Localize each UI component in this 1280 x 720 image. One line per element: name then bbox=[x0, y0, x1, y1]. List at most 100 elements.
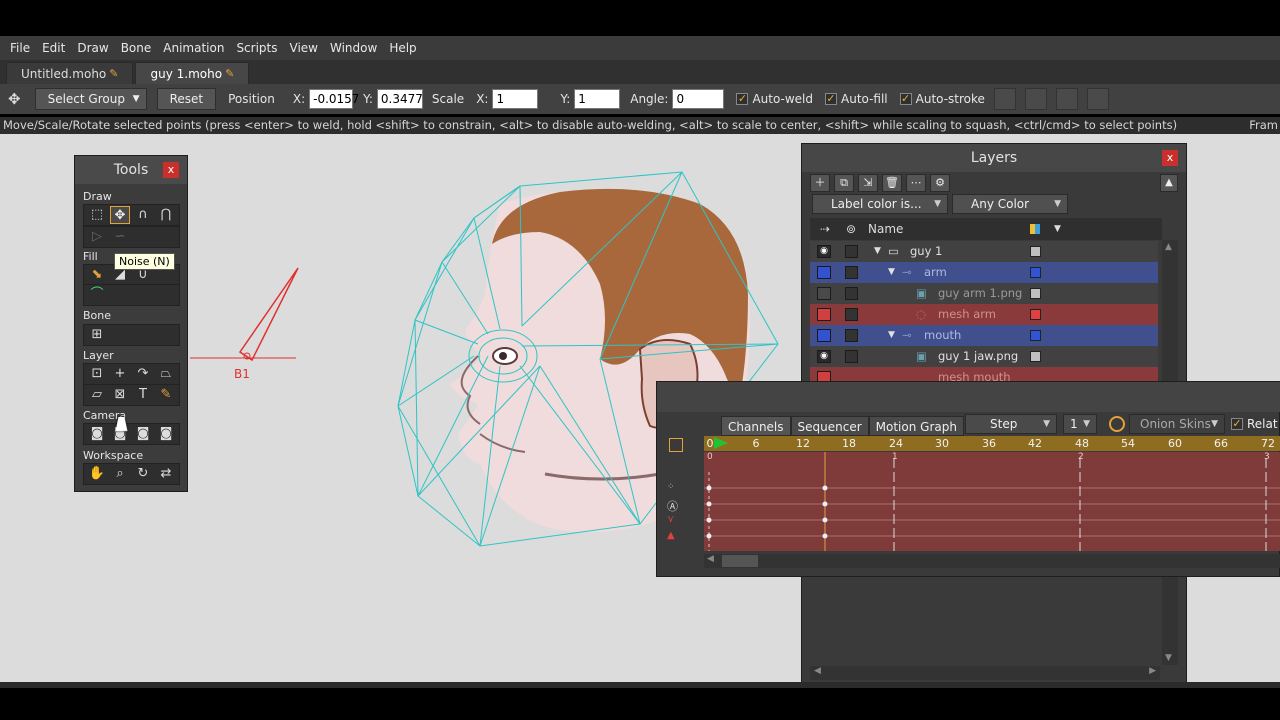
relative-checkbox[interactable]: ✓ Relat bbox=[1231, 417, 1278, 431]
frame-step-dropdown[interactable]: 1 ▼ bbox=[1063, 414, 1097, 434]
menu-scripts[interactable]: Scripts bbox=[230, 36, 283, 60]
lock-toggle[interactable] bbox=[845, 329, 858, 342]
interpolation-dropdown[interactable]: Step ▼ bbox=[965, 414, 1057, 434]
rotate-workspace-icon[interactable]: ↻ bbox=[133, 465, 153, 483]
layer-row-arm[interactable]: ▼ ⊸ arm bbox=[810, 262, 1158, 283]
expand-triangle-icon[interactable]: ▼ bbox=[888, 262, 895, 283]
add-point-icon[interactable]: ∩ bbox=[133, 206, 153, 224]
menu-draw[interactable]: Draw bbox=[71, 36, 114, 60]
layer-color-swatch[interactable] bbox=[1030, 288, 1041, 299]
more-options-icon[interactable]: ⋯ bbox=[906, 174, 926, 192]
any-color-filter[interactable]: Any Color ▼ bbox=[952, 194, 1068, 214]
lock-toggle[interactable] bbox=[845, 266, 858, 279]
menu-help[interactable]: Help bbox=[383, 36, 422, 60]
tab-untitled[interactable]: Untitled.moho ✎ bbox=[6, 62, 134, 84]
lock-toggle[interactable] bbox=[845, 350, 858, 363]
label-color-filter[interactable]: Label color is... ▼ bbox=[812, 194, 948, 214]
timeline-scroll-thumb[interactable] bbox=[722, 555, 758, 567]
transform-points-icon[interactable]: ✥ bbox=[110, 206, 130, 224]
layer-pivot-icon[interactable]: ⊠ bbox=[110, 386, 130, 404]
text-tool-icon[interactable]: T bbox=[133, 386, 153, 404]
lock-toggle[interactable] bbox=[845, 308, 858, 321]
rotate-layer-icon[interactable]: ↷ bbox=[133, 365, 153, 383]
visibility-toggle[interactable] bbox=[817, 308, 831, 321]
timeline-scrollbar[interactable]: ◀ bbox=[704, 554, 1280, 568]
select-group-dropdown[interactable]: Select Group ▼ bbox=[34, 88, 147, 110]
timeline-tracks[interactable]: 0 1 2 3 bbox=[704, 452, 1280, 551]
reset-button[interactable]: Reset bbox=[156, 88, 217, 110]
visibility-eye-icon[interactable]: ◉ bbox=[817, 350, 831, 363]
tab-sequencer[interactable]: Sequencer bbox=[790, 416, 869, 436]
orbit-icon[interactable]: ⇄ bbox=[156, 465, 176, 483]
bone-tool-icon[interactable]: ⊞ bbox=[87, 326, 107, 344]
visibility-toggle[interactable] bbox=[817, 329, 831, 342]
auto-weld-checkbox[interactable]: ✓ Auto-weld bbox=[736, 92, 813, 106]
angle-input[interactable]: 0 bbox=[672, 89, 725, 109]
curvature-icon[interactable]: ⋂ bbox=[156, 206, 176, 224]
layer-row-guy-jaw[interactable]: ◉ ▣ guy 1 jaw.png bbox=[810, 346, 1158, 367]
scale-x-input[interactable]: 1 bbox=[492, 89, 539, 109]
line-width-icon[interactable]: ⌒ bbox=[87, 286, 107, 304]
layer-row-mouth[interactable]: ▼ ⊸ mouth bbox=[810, 325, 1158, 346]
draw-shape-icon[interactable]: ▷ bbox=[87, 228, 107, 246]
expand-triangle-icon[interactable]: ▼ bbox=[874, 241, 881, 262]
pencil-tool-icon[interactable]: ✎ bbox=[156, 386, 176, 404]
duplicate-layer-icon[interactable]: ⧉ bbox=[834, 174, 854, 192]
layer-settings-icon[interactable]: ⚙ bbox=[930, 174, 950, 192]
onion-skin-icon[interactable] bbox=[1109, 416, 1125, 432]
visibility-toggle[interactable] bbox=[817, 287, 831, 300]
new-layer-icon[interactable]: ＋ bbox=[810, 174, 830, 192]
visibility-toggle[interactable] bbox=[817, 266, 831, 279]
tab-channels[interactable]: Channels bbox=[721, 416, 791, 436]
set-origin-icon[interactable]: ⊡ bbox=[87, 365, 107, 383]
menu-file[interactable]: File bbox=[4, 36, 36, 60]
auto-fill-checkbox[interactable]: ✓ Auto-fill bbox=[825, 92, 888, 106]
camera-track-icon[interactable]: ◙ bbox=[87, 425, 107, 443]
shear-layer-icon[interactable]: ⏢ bbox=[156, 365, 176, 383]
freehand-icon[interactable]: ∽ bbox=[110, 228, 130, 246]
paint-bucket-icon[interactable]: ⬊ bbox=[87, 266, 107, 284]
layer-color-swatch[interactable] bbox=[1030, 267, 1041, 278]
expand-triangle-icon[interactable]: ▼ bbox=[888, 325, 895, 346]
tab-guy-1[interactable]: guy 1.moho ✎ bbox=[135, 62, 250, 84]
layer-color-swatch[interactable] bbox=[1030, 309, 1041, 320]
peak-icon[interactable] bbox=[1024, 88, 1047, 110]
lock-toggle[interactable] bbox=[845, 245, 858, 258]
select-points-icon[interactable]: ⬚ bbox=[87, 206, 107, 224]
zoom-icon[interactable]: ⌕ bbox=[110, 465, 130, 483]
expand-icon[interactable] bbox=[669, 438, 683, 452]
delete-layer-icon[interactable]: 🗑 bbox=[882, 174, 902, 192]
copy-layer-icon[interactable]: ⇲ bbox=[858, 174, 878, 192]
menu-window[interactable]: Window bbox=[324, 36, 383, 60]
camera-roll-icon[interactable]: ◙ bbox=[133, 425, 153, 443]
menu-edit[interactable]: Edit bbox=[36, 36, 71, 60]
tools-close-button[interactable]: x bbox=[163, 162, 179, 178]
layer-color-swatch[interactable] bbox=[1030, 351, 1041, 362]
lock-toggle[interactable] bbox=[845, 287, 858, 300]
menu-animation[interactable]: Animation bbox=[157, 36, 230, 60]
layers-horizontal-scrollbar[interactable]: ◀ ▶ bbox=[810, 666, 1160, 680]
layer-3d-icon[interactable]: ▱ bbox=[87, 386, 107, 404]
tab-motion-graph[interactable]: Motion Graph bbox=[868, 416, 964, 436]
flip-icon[interactable] bbox=[1055, 88, 1078, 110]
scale-y-input[interactable]: 1 bbox=[574, 89, 621, 109]
camera-pan-icon[interactable]: ◙ bbox=[156, 425, 176, 443]
layer-row-mesh-arm[interactable]: ◌ mesh arm bbox=[810, 304, 1158, 325]
layer-color-swatch[interactable] bbox=[1030, 246, 1041, 257]
menu-bone[interactable]: Bone bbox=[115, 36, 158, 60]
layer-row-mesh-mouth[interactable]: mesh mouth bbox=[810, 367, 1158, 381]
grid-snap-icon[interactable] bbox=[1086, 88, 1109, 110]
visibility-eye-icon[interactable]: ◉ bbox=[817, 245, 831, 258]
chevron-down-icon[interactable]: ▼ bbox=[1054, 218, 1061, 240]
curve-profile-icon[interactable] bbox=[993, 88, 1016, 110]
menu-view[interactable]: View bbox=[284, 36, 324, 60]
onion-skins-dropdown[interactable]: Onion Skins ▼ bbox=[1129, 414, 1225, 434]
layers-collapse-icon[interactable]: ▲ bbox=[1160, 174, 1178, 192]
layers-close-button[interactable]: x bbox=[1162, 150, 1178, 166]
visibility-toggle[interactable] bbox=[817, 371, 831, 381]
position-x-input[interactable]: -0.0157 bbox=[309, 89, 359, 109]
timeline-ruler[interactable]: 0 6 12 18 24 30 36 42 48 54 60 66 72 bbox=[704, 436, 1280, 451]
layer-color-swatch[interactable] bbox=[1030, 330, 1041, 341]
layer-row-guy-arm[interactable]: ▣ guy arm 1.png bbox=[810, 283, 1158, 304]
translate-layer-icon[interactable]: + bbox=[110, 365, 130, 383]
